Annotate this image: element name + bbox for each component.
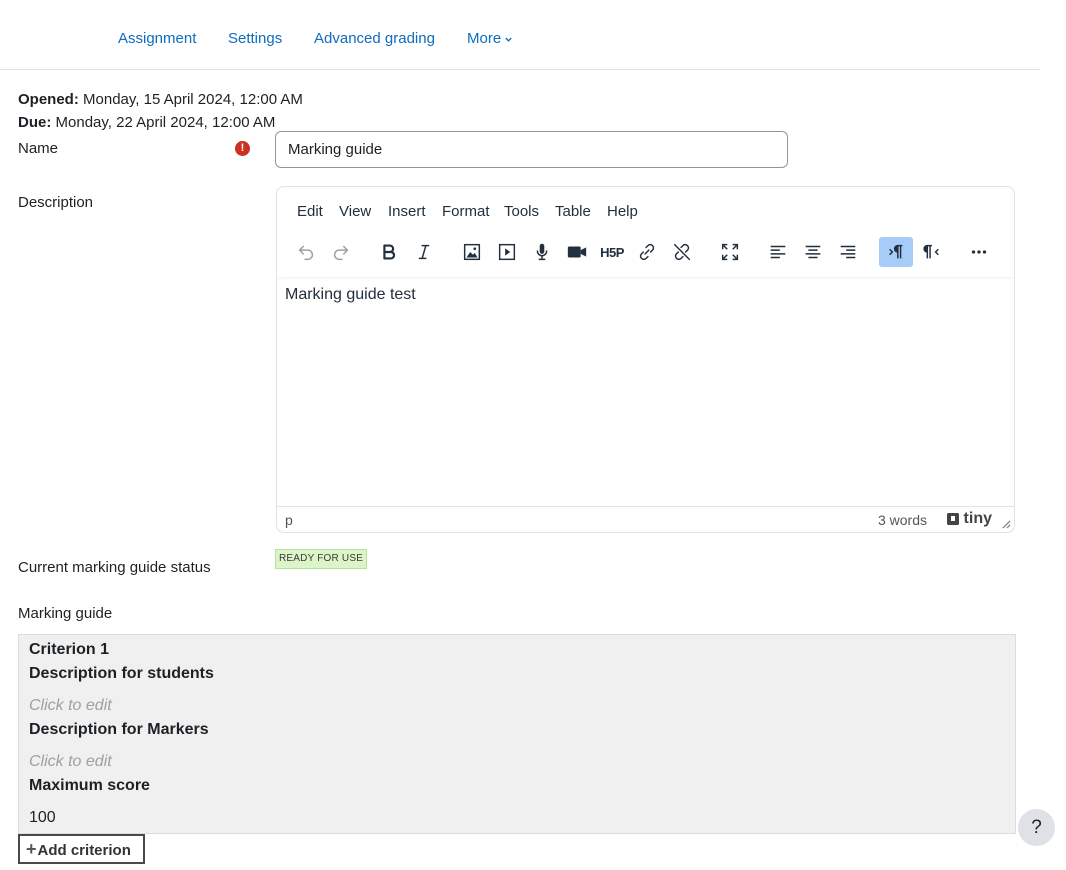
h5p-icon: H5P bbox=[600, 244, 624, 260]
redo-icon bbox=[333, 245, 349, 261]
tiny-logo-icon bbox=[946, 513, 959, 525]
status-label: Current marking guide status bbox=[18, 559, 211, 576]
align-left-icon bbox=[770, 245, 786, 259]
rtl-icon bbox=[923, 244, 939, 259]
nav-settings[interactable]: Settings bbox=[228, 30, 282, 47]
editor-statusbar: p 3 words tiny bbox=[277, 506, 1014, 532]
media-button[interactable] bbox=[490, 237, 524, 267]
bold-button[interactable] bbox=[372, 237, 406, 267]
undo-icon bbox=[298, 245, 314, 261]
menu-format[interactable]: Format bbox=[442, 203, 490, 220]
image-button[interactable] bbox=[455, 237, 489, 267]
required-icon: ! bbox=[235, 141, 250, 156]
fullscreen-icon bbox=[721, 243, 739, 261]
menu-tools[interactable]: Tools bbox=[504, 203, 539, 220]
marking-guide-label: Marking guide bbox=[18, 605, 113, 622]
students-description-field[interactable]: Click to edit bbox=[29, 697, 112, 715]
align-right-icon bbox=[840, 245, 856, 259]
add-criterion-button[interactable]: +Add criterion bbox=[18, 834, 145, 864]
description-label: Description bbox=[18, 194, 94, 211]
nav-more[interactable]: More bbox=[467, 30, 513, 47]
max-score-field[interactable]: 100 bbox=[29, 809, 56, 827]
menu-table[interactable]: Table bbox=[555, 203, 591, 220]
more-icon bbox=[971, 250, 987, 254]
media-icon bbox=[498, 243, 516, 261]
italic-icon bbox=[418, 244, 430, 260]
markers-description-field[interactable]: Click to edit bbox=[29, 753, 112, 771]
record-audio-button[interactable] bbox=[525, 237, 559, 267]
link-icon bbox=[639, 243, 655, 261]
ltr-button[interactable] bbox=[879, 237, 913, 267]
max-score-label: Maximum score bbox=[29, 777, 150, 794]
editor-menubar: Edit View Insert Format Tools Table Help bbox=[277, 187, 1014, 233]
markers-description-label: Description for Markers bbox=[29, 721, 209, 738]
editor-paragraph: Marking guide test bbox=[285, 286, 416, 303]
more-toolbar-button[interactable] bbox=[962, 237, 996, 267]
status-badge: READY FOR USE bbox=[275, 549, 368, 569]
students-description-label: Description for students bbox=[29, 665, 214, 682]
nav-advanced-grading[interactable]: Advanced grading bbox=[314, 30, 435, 47]
plus-icon: + bbox=[26, 838, 37, 859]
resize-handle-icon[interactable] bbox=[1001, 519, 1011, 529]
fullscreen-button[interactable] bbox=[713, 237, 747, 267]
h5p-button[interactable]: H5P bbox=[595, 237, 629, 267]
record-video-button[interactable] bbox=[560, 237, 594, 267]
secondary-navigation: Assignment Settings Advanced grading Mor… bbox=[0, 0, 1040, 70]
unlink-icon bbox=[673, 243, 691, 261]
opened-date: Opened: Monday, 15 April 2024, 12:00 AM bbox=[18, 91, 303, 108]
menu-help[interactable]: Help bbox=[607, 203, 638, 220]
name-input[interactable] bbox=[275, 131, 788, 168]
word-count[interactable]: 3 words bbox=[878, 512, 927, 528]
align-left-button[interactable] bbox=[761, 237, 795, 267]
add-criterion-label: Add criterion bbox=[37, 841, 131, 859]
menu-edit[interactable]: Edit bbox=[297, 203, 323, 220]
assignment-dates: Opened: Monday, 15 April 2024, 12:00 AM … bbox=[18, 88, 303, 134]
rtl-button[interactable] bbox=[914, 237, 948, 267]
editor-content[interactable]: Marking guide test bbox=[277, 277, 1014, 507]
image-icon bbox=[463, 243, 481, 261]
ltr-icon bbox=[889, 244, 903, 259]
help-button[interactable]: ? bbox=[1018, 809, 1055, 846]
rich-text-editor: Edit View Insert Format Tools Table Help bbox=[276, 186, 1015, 533]
italic-button[interactable] bbox=[407, 237, 441, 267]
menu-insert[interactable]: Insert bbox=[388, 203, 426, 220]
align-center-button[interactable] bbox=[796, 237, 830, 267]
video-camera-icon bbox=[567, 246, 587, 258]
criterion-title: Criterion 1 bbox=[29, 641, 110, 658]
align-center-icon bbox=[805, 245, 821, 259]
tiny-brand-label: tiny bbox=[963, 510, 992, 527]
element-path[interactable]: p bbox=[285, 512, 293, 528]
bold-icon bbox=[383, 244, 396, 260]
nav-more-label: More bbox=[467, 30, 502, 47]
microphone-icon bbox=[536, 243, 548, 261]
menu-view[interactable]: View bbox=[339, 203, 371, 220]
link-button[interactable] bbox=[630, 237, 664, 267]
nav-assignment[interactable]: Assignment bbox=[118, 30, 196, 47]
due-date: Due: Monday, 22 April 2024, 12:00 AM bbox=[18, 114, 276, 131]
chevron-down-icon bbox=[505, 37, 512, 42]
undo-button[interactable] bbox=[289, 237, 323, 267]
tiny-brand[interactable]: tiny bbox=[945, 510, 992, 528]
name-label: Name bbox=[18, 140, 59, 157]
redo-button[interactable] bbox=[324, 237, 358, 267]
criterion-panel: Criterion 1 Description for students Cli… bbox=[18, 634, 1016, 834]
unlink-button[interactable] bbox=[665, 237, 699, 267]
align-right-button[interactable] bbox=[831, 237, 865, 267]
editor-toolbar: H5P bbox=[277, 233, 1014, 277]
